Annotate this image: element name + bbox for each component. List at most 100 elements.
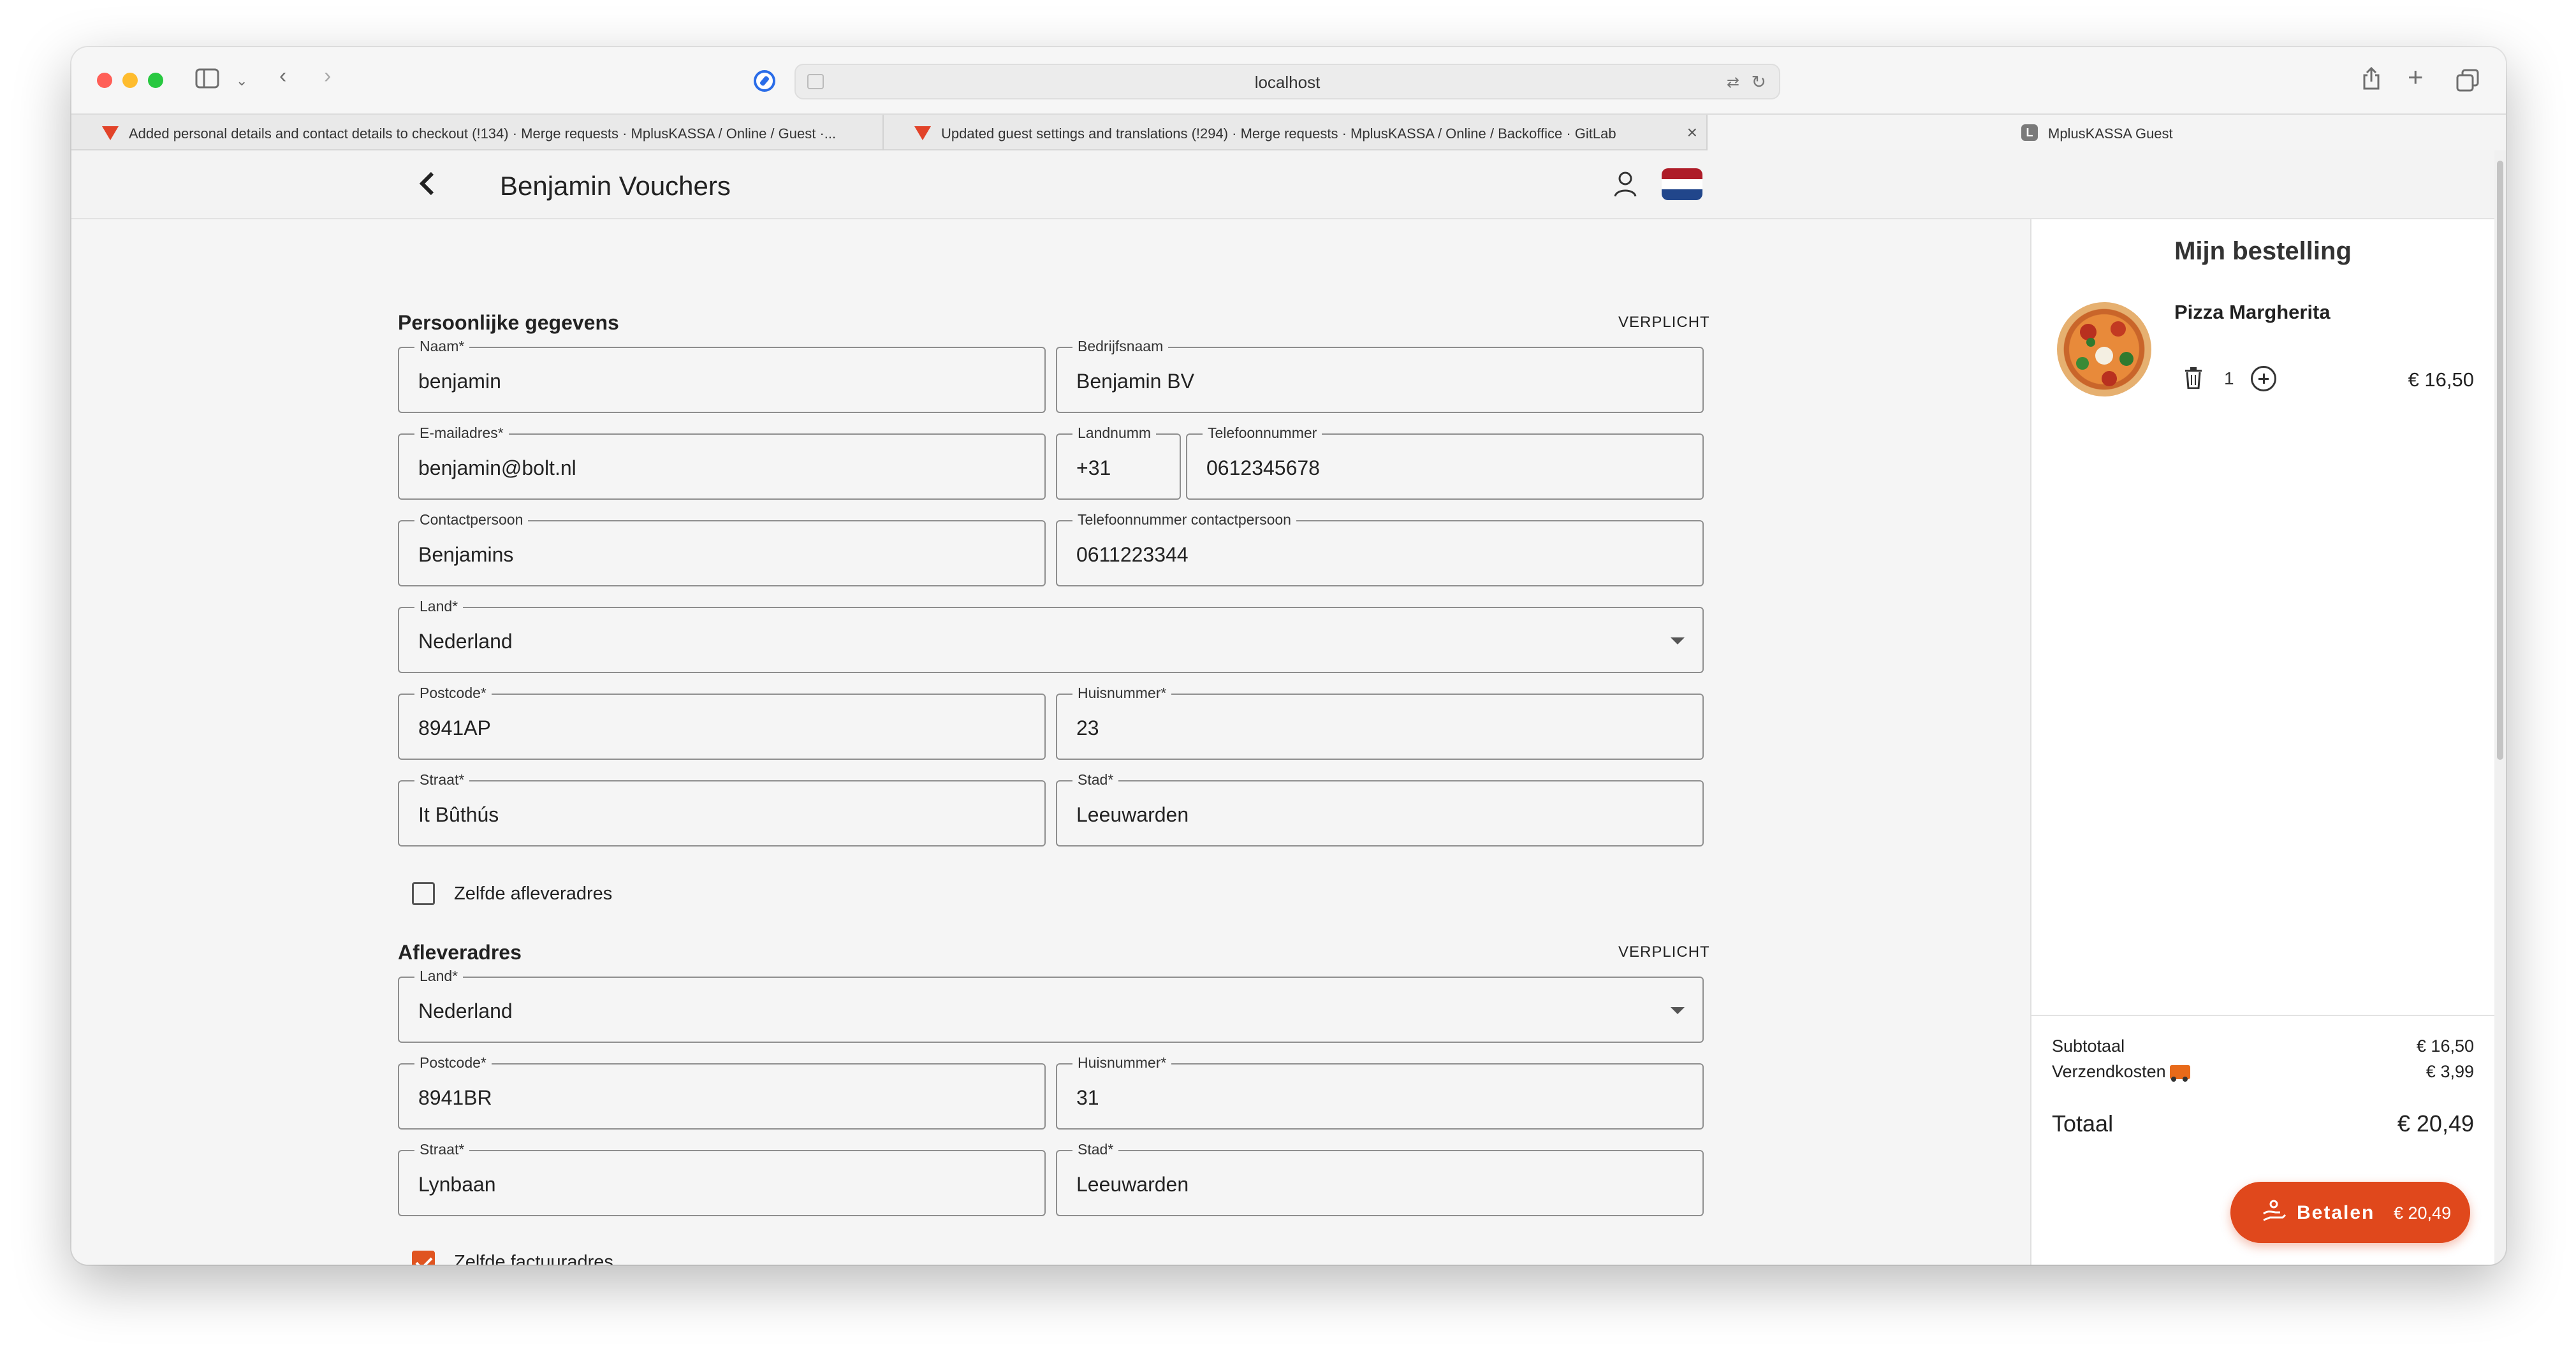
delivery-house-number-field[interactable]: Huisnummer* 31 (1056, 1054, 1704, 1130)
translate-icon[interactable]: ⇄ (1727, 73, 1739, 92)
scrollbar-thumb[interactable] (2497, 161, 2503, 760)
tab-gitlab-backoffice[interactable]: Updated guest settings and translations … (884, 115, 1708, 150)
total-label: Totaal (2052, 1110, 2114, 1137)
tab-favicon-letter: L (2021, 124, 2038, 141)
dutch-flag-icon[interactable] (1662, 168, 1702, 200)
tab-bar: Added personal details and contact detai… (71, 113, 2506, 150)
item-price: € 16,50 (2408, 368, 2474, 391)
pay-button-amount: € 20,49 (2394, 1203, 2452, 1223)
tab-mpluskassa-guest[interactable]: L MplusKASSA Guest (1708, 115, 2506, 150)
same-invoice-checkbox[interactable] (412, 1251, 435, 1265)
field-label: E-mailadres* (414, 425, 509, 442)
field-label: Straat* (414, 771, 470, 789)
field-label: Telefoonnummer (1203, 425, 1322, 442)
order-sidebar: Mijn bestelling Pizza Margherita 1 € 16,… (2030, 219, 2494, 1265)
maximize-window-button[interactable] (148, 73, 163, 88)
field-label: Landnumm (1072, 425, 1157, 442)
forward-nav-icon[interactable]: › (324, 65, 331, 87)
total-row: Totaal € 20,49 (2052, 1110, 2474, 1137)
add-quantity-icon[interactable] (2251, 366, 2276, 391)
contact-person-field[interactable]: Contactpersoon Benjamins (398, 511, 1046, 586)
delivery-street-field[interactable]: Straat* Lynbaan (398, 1141, 1046, 1216)
tab-title: MplusKASSA Guest (2048, 126, 2173, 142)
field-value: Nederland (418, 999, 513, 1022)
field-value: 0612345678 (1206, 456, 1320, 479)
dropdown-arrow-icon (1671, 1007, 1685, 1014)
country-select[interactable]: Land* Nederland (398, 598, 1704, 673)
field-value: Lynbaan (418, 1173, 496, 1196)
share-icon[interactable] (2362, 66, 2381, 94)
field-value: Benjamin BV (1076, 370, 1194, 393)
page-scrollbar[interactable] (2494, 150, 2506, 1265)
pay-button-label: Betalen (2297, 1202, 2375, 1223)
reload-icon[interactable]: ↻ (1752, 71, 1766, 92)
browser-toolbar: ⌄ ‹ › localhost ⇄ ↻ + (71, 47, 2506, 113)
field-value: Nederland (418, 630, 513, 653)
field-value: 31 (1076, 1086, 1099, 1109)
name-field[interactable]: Naam* benjamin (398, 338, 1046, 413)
delivery-city-field[interactable]: Stad* Leeuwarden (1056, 1141, 1704, 1216)
field-label: Straat* (414, 1141, 470, 1158)
gitlab-icon (914, 126, 931, 140)
field-label: Contactpersoon (414, 511, 529, 528)
minimize-window-button[interactable] (122, 73, 138, 88)
contact-phone-field[interactable]: Telefoonnummer contactpersoon 0611223344 (1056, 511, 1704, 586)
field-value: 0611223344 (1076, 543, 1189, 566)
field-value: 23 (1076, 716, 1099, 739)
sidebar-toggle-icon[interactable] (195, 68, 221, 93)
subtotal-value: € 16,50 (2416, 1036, 2474, 1056)
phone-field[interactable]: Telefoonnummer 0612345678 (1186, 425, 1704, 500)
house-number-field[interactable]: Huisnummer* 23 (1056, 685, 1704, 760)
field-value: +31 (1076, 456, 1111, 479)
back-chevron-icon[interactable] (416, 166, 439, 210)
close-window-button[interactable] (97, 73, 112, 88)
country-code-field[interactable]: Landnumm +31 (1056, 425, 1181, 500)
shipping-label: Verzendkosten (2052, 1062, 2166, 1081)
field-label: Naam* (414, 338, 470, 355)
item-quantity: 1 (2224, 368, 2234, 388)
tab-overview-icon[interactable] (2456, 69, 2479, 96)
trash-icon[interactable] (2184, 367, 2202, 389)
field-label: Land* (414, 968, 464, 985)
field-value: benjamin (418, 370, 501, 393)
company-name-field[interactable]: Bedrijfsnaam Benjamin BV (1056, 338, 1704, 413)
personal-details-title: Persoonlijke gegevens (398, 311, 619, 334)
field-value: Leeuwarden (1076, 1173, 1189, 1196)
app-header: Benjamin Vouchers (71, 150, 2494, 219)
address-bar[interactable]: localhost ⇄ ↻ (794, 64, 1780, 99)
delivery-postcode-field[interactable]: Postcode* 8941BR (398, 1054, 1046, 1130)
postcode-field[interactable]: Postcode* 8941AP (398, 685, 1046, 760)
url-text: localhost (1254, 73, 1321, 92)
safari-compass-icon (754, 70, 775, 92)
truck-icon (2169, 1065, 2190, 1082)
street-field[interactable]: Straat* It Bûthús (398, 771, 1046, 847)
totals-divider (2031, 1015, 2494, 1016)
email-field[interactable]: E-mailadres* benjamin@bolt.nl (398, 425, 1046, 500)
field-value: Leeuwarden (1076, 803, 1189, 826)
field-label: Postcode* (414, 1054, 492, 1072)
delivery-country-select[interactable]: Land* Nederland (398, 968, 1704, 1043)
close-tab-icon[interactable]: × (1687, 122, 1697, 143)
delivery-address-title: Afleveradres (398, 941, 522, 964)
field-label: Postcode* (414, 685, 492, 702)
city-field[interactable]: Stad* Leeuwarden (1056, 771, 1704, 847)
tab-title: Updated guest settings and translations … (941, 126, 1616, 142)
same-delivery-checkbox[interactable] (412, 882, 435, 905)
field-value: Benjamins (418, 543, 514, 566)
same-invoice-label: Zelfde factuuradres (454, 1252, 613, 1265)
subtotal-label: Subtotaal (2052, 1036, 2125, 1056)
pay-button[interactable]: Betalen € 20,49 (2230, 1182, 2470, 1243)
user-icon[interactable] (1611, 170, 1640, 199)
field-label: Bedrijfsnaam (1072, 338, 1169, 355)
tab-gitlab-guest[interactable]: Added personal details and contact detai… (71, 115, 884, 150)
field-value: benjamin@bolt.nl (418, 456, 576, 479)
payment-icon (2261, 1198, 2287, 1224)
shipping-value: € 3,99 (2426, 1062, 2474, 1081)
chevron-down-icon[interactable]: ⌄ (236, 70, 247, 92)
back-nav-icon[interactable]: ‹ (279, 65, 286, 87)
page-title: Benjamin Vouchers (500, 171, 731, 201)
required-label: VERPLICHT (1618, 314, 1710, 331)
new-tab-icon[interactable]: + (2408, 64, 2424, 91)
order-title: Mijn bestelling (2174, 237, 2352, 265)
field-label: Land* (414, 598, 464, 615)
